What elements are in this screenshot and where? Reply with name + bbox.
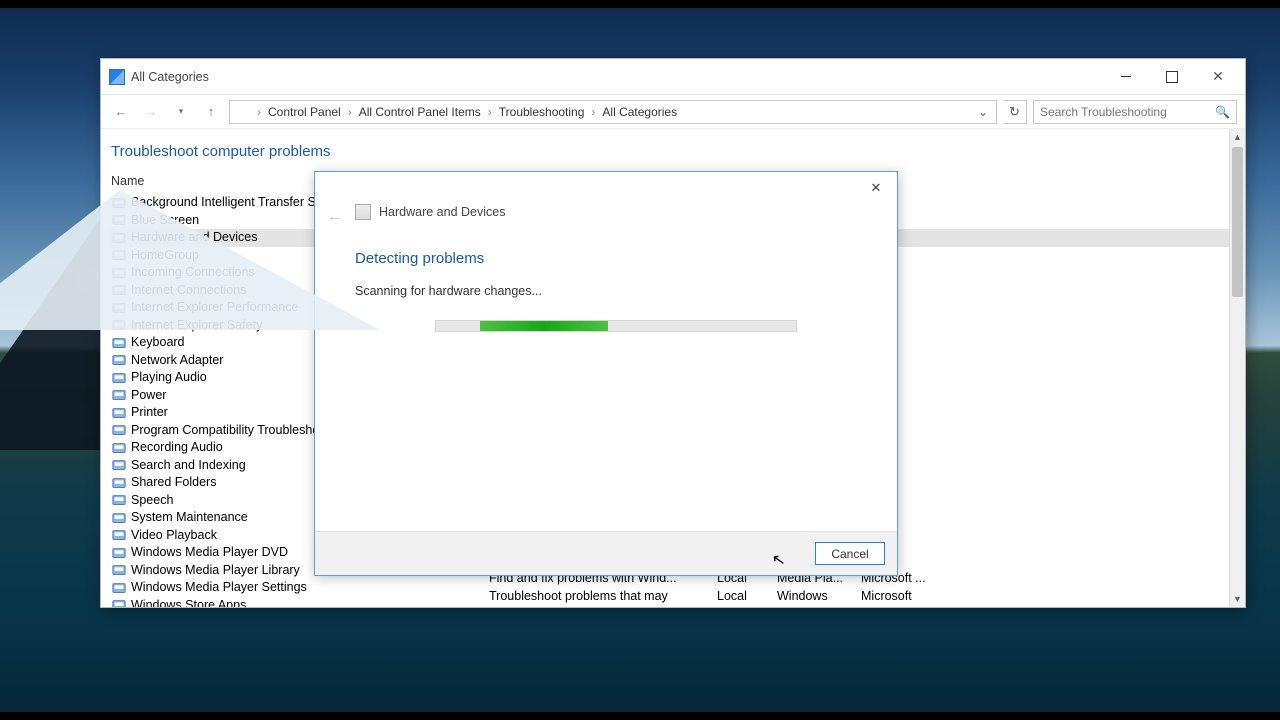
peek-desc-1: Troubleshoot problems that may xyxy=(489,588,677,606)
forward-button[interactable]: → xyxy=(139,100,163,124)
search-input[interactable]: Search Troubleshooting 🔍 xyxy=(1033,100,1237,124)
peek-cat-1: Windows xyxy=(777,588,843,606)
peek-loc-1: Local xyxy=(717,588,747,606)
troubleshooter-icon xyxy=(111,475,127,491)
troubleshooter-icon xyxy=(111,580,127,596)
list-item-label: Speech xyxy=(131,492,173,510)
scrollbar[interactable]: ▲ ▼ xyxy=(1229,129,1245,607)
list-item-label: Windows Media Player Settings xyxy=(131,579,307,597)
list-item-label: Playing Audio xyxy=(131,369,207,387)
troubleshooter-icon xyxy=(111,387,127,403)
desktop-wallpaper: All Categories ✕ ← → ▾ ↑ › Control Panel… xyxy=(0,0,1280,720)
chevron-right-icon: › xyxy=(343,105,357,119)
list-item-label: Printer xyxy=(131,404,168,422)
troubleshooter-icon xyxy=(111,527,127,543)
list-item-label: System Maintenance xyxy=(131,509,248,527)
list-item-label: Keyboard xyxy=(131,334,185,352)
list-item-label: Search and Indexing xyxy=(131,457,246,475)
progress-bar xyxy=(435,320,797,332)
minimize-button[interactable] xyxy=(1103,62,1149,92)
list-item-label: Program Compatibility Troublesho xyxy=(131,422,319,440)
search-icon: 🔍 xyxy=(1215,105,1230,119)
back-button[interactable]: ← xyxy=(109,100,133,124)
scroll-up-button[interactable]: ▲ xyxy=(1230,129,1245,145)
up-button[interactable]: ↑ xyxy=(199,100,223,124)
letterbox-top xyxy=(0,0,1280,8)
scroll-down-button[interactable]: ▼ xyxy=(1230,591,1245,607)
breadcrumb-all-categories[interactable]: All Categories xyxy=(602,105,677,119)
window-title: All Categories xyxy=(131,70,209,84)
dialog-title: Hardware and Devices xyxy=(379,205,505,219)
troubleshooter-icon xyxy=(111,422,127,438)
peek-pub-1: Microsoft xyxy=(861,588,926,606)
troubleshooter-icon xyxy=(111,440,127,456)
chevron-right-icon: › xyxy=(483,105,497,119)
scroll-thumb[interactable] xyxy=(1232,147,1243,297)
troubleshooter-icon xyxy=(111,510,127,526)
troubleshooter-icon xyxy=(111,562,127,578)
breadcrumb-icon xyxy=(234,105,248,119)
list-item-label: Shared Folders xyxy=(131,474,216,492)
troubleshooter-icon xyxy=(111,597,127,607)
dialog-status-text: Scanning for hardware changes... xyxy=(355,284,542,298)
maximize-button[interactable] xyxy=(1149,62,1195,92)
troubleshooter-icon xyxy=(111,492,127,508)
titlebar[interactable]: All Categories ✕ xyxy=(101,59,1245,95)
letterbox-bottom xyxy=(0,712,1280,720)
wallpaper-mountain-snow xyxy=(0,190,380,330)
dialog-footer: Cancel xyxy=(315,531,897,575)
close-button[interactable]: ✕ xyxy=(1195,62,1241,92)
address-bar: ← → ▾ ↑ › Control Panel › All Control Pa… xyxy=(101,95,1245,129)
breadcrumb-bar[interactable]: › Control Panel › All Control Panel Item… xyxy=(229,100,997,124)
dialog-close-button[interactable]: ✕ xyxy=(863,178,889,198)
troubleshooter-icon xyxy=(111,457,127,473)
troubleshooter-icon xyxy=(111,545,127,561)
address-dropdown[interactable]: ⌄ xyxy=(974,105,992,119)
list-item-label: Power xyxy=(131,387,166,405)
list-item-label: Windows Media Player Library xyxy=(131,562,300,580)
breadcrumb-all-items[interactable]: All Control Panel Items xyxy=(359,105,481,119)
page-title: Troubleshoot computer problems xyxy=(109,139,1231,172)
troubleshooter-icon xyxy=(111,405,127,421)
list-item-label: Windows Media Player DVD xyxy=(131,544,288,562)
breadcrumb-control-panel[interactable]: Control Panel xyxy=(268,105,341,119)
app-icon xyxy=(109,69,125,85)
troubleshooter-dialog: ✕ ← Hardware and Devices Detecting probl… xyxy=(314,171,898,576)
troubleshooter-icon xyxy=(111,352,127,368)
list-item-label: Recording Audio xyxy=(131,439,223,457)
progress-fill xyxy=(480,321,608,331)
list-item-label: Network Adapter xyxy=(131,352,223,370)
list-item-label: Video Playback xyxy=(131,527,217,545)
breadcrumb-troubleshooting[interactable]: Troubleshooting xyxy=(499,105,585,119)
troubleshooter-icon xyxy=(111,370,127,386)
search-placeholder: Search Troubleshooting xyxy=(1040,105,1167,119)
window-controls: ✕ xyxy=(1103,62,1241,92)
troubleshooter-icon xyxy=(111,335,127,351)
chevron-right-icon: › xyxy=(252,105,266,119)
chevron-right-icon: › xyxy=(586,105,600,119)
cancel-button[interactable]: Cancel xyxy=(815,542,885,565)
refresh-button[interactable]: ↻ xyxy=(1003,100,1027,124)
list-item-label: Windows Store Apps xyxy=(131,597,246,608)
recent-dropdown[interactable]: ▾ xyxy=(169,100,193,124)
